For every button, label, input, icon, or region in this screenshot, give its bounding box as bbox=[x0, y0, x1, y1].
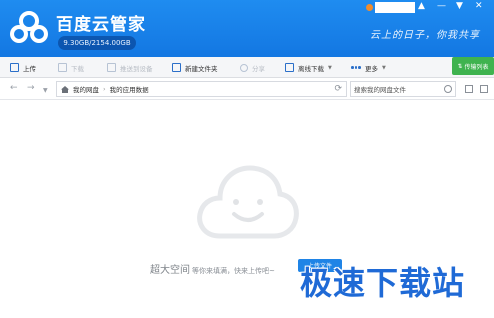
download-icon bbox=[58, 63, 67, 72]
upload-label: 上传 bbox=[23, 64, 36, 73]
baidu-cloud-logo-icon bbox=[10, 11, 48, 43]
slogan: 云上的日子，你我共享 bbox=[370, 30, 480, 41]
offline-download-icon bbox=[285, 63, 294, 72]
home-icon bbox=[61, 85, 69, 93]
breadcrumb-my-netdisk[interactable]: 我的网盘 bbox=[73, 84, 99, 94]
back-arrow-icon[interactable]: ← bbox=[10, 83, 18, 94]
download-label: 下载 bbox=[71, 64, 84, 73]
push-device-icon bbox=[107, 63, 116, 72]
history-dropdown-icon[interactable]: ▼ bbox=[43, 85, 48, 96]
share-icon bbox=[240, 63, 248, 72]
new-folder-button[interactable]: 新建文件夹 bbox=[172, 57, 218, 78]
search-icon[interactable] bbox=[444, 85, 452, 93]
search-input[interactable]: 搜索我的网盘文件 bbox=[350, 81, 456, 97]
watermark: 极速下载站 bbox=[300, 264, 466, 302]
more-icon bbox=[351, 63, 361, 72]
empty-cloud-icon bbox=[197, 165, 299, 239]
offline-download-button[interactable]: 离线下载 ▼ bbox=[285, 57, 332, 78]
more-button[interactable]: 更多 ▼ bbox=[351, 57, 386, 78]
transfer-icon: ⇅ bbox=[457, 62, 463, 70]
address-bar: ← → ▼ 我的网盘 › 我的应用数据 ⟳ 搜索我的网盘文件 bbox=[0, 78, 494, 100]
push-device-label: 推送到设备 bbox=[120, 64, 153, 73]
chevron-down-icon: ▼ bbox=[328, 64, 332, 71]
close-button[interactable]: ✕ bbox=[475, 1, 483, 11]
user-avatar-icon[interactable] bbox=[366, 4, 373, 11]
skin-icon[interactable]: ▲ bbox=[418, 1, 425, 11]
breadcrumb-separator-icon: › bbox=[103, 85, 106, 93]
new-folder-icon bbox=[172, 63, 181, 72]
refresh-icon[interactable]: ⟳ bbox=[334, 84, 342, 94]
push-device-button[interactable]: 推送到设备 bbox=[107, 57, 153, 78]
forward-arrow-icon[interactable]: → bbox=[27, 83, 35, 94]
transfer-list-label: 传输列表 bbox=[464, 63, 489, 71]
more-label: 更多 bbox=[365, 64, 378, 73]
new-folder-label: 新建文件夹 bbox=[185, 64, 218, 73]
breadcrumb[interactable]: 我的网盘 › 我的应用数据 ⟳ bbox=[56, 81, 347, 97]
breadcrumb-my-app-data[interactable]: 我的应用数据 bbox=[110, 84, 149, 94]
toolbar: 上传 下载 推送到设备 新建文件夹 分享 离线下载 ▼ 更多 ▼ bbox=[0, 57, 494, 78]
user-area[interactable] bbox=[366, 2, 415, 13]
share-button[interactable]: 分享 bbox=[240, 57, 265, 78]
username-box[interactable] bbox=[375, 2, 415, 13]
transfer-list-button[interactable]: ⇅ 传输列表 bbox=[452, 57, 494, 75]
search-placeholder: 搜索我的网盘文件 bbox=[354, 86, 406, 94]
download-button[interactable]: 下载 bbox=[58, 57, 84, 78]
share-label: 分享 bbox=[252, 64, 265, 73]
empty-state-title: 超大空间 bbox=[150, 265, 190, 276]
grid-view-icon[interactable] bbox=[480, 85, 488, 93]
upload-icon bbox=[10, 63, 19, 72]
empty-state-subtitle: 等你来填满，快来上传吧~ bbox=[192, 267, 275, 275]
menu-dropdown-button[interactable]: ▼ bbox=[456, 1, 463, 11]
app-title: 百度云管家 bbox=[56, 15, 146, 35]
chevron-down-icon: ▼ bbox=[382, 64, 386, 71]
list-view-icon[interactable] bbox=[465, 85, 473, 93]
storage-quota[interactable]: 9.30GB/2154.00GB bbox=[58, 36, 136, 50]
upload-button[interactable]: 上传 bbox=[10, 57, 36, 78]
offline-download-label: 离线下载 bbox=[298, 64, 324, 73]
empty-state-message: 超大空间 等你来填满，快来上传吧~ bbox=[150, 261, 275, 276]
title-bar: 百度云管家 9.30GB/2154.00GB 云上的日子，你我共享 ▲ — ▼ … bbox=[0, 0, 494, 57]
minimize-button[interactable]: — bbox=[437, 1, 446, 11]
